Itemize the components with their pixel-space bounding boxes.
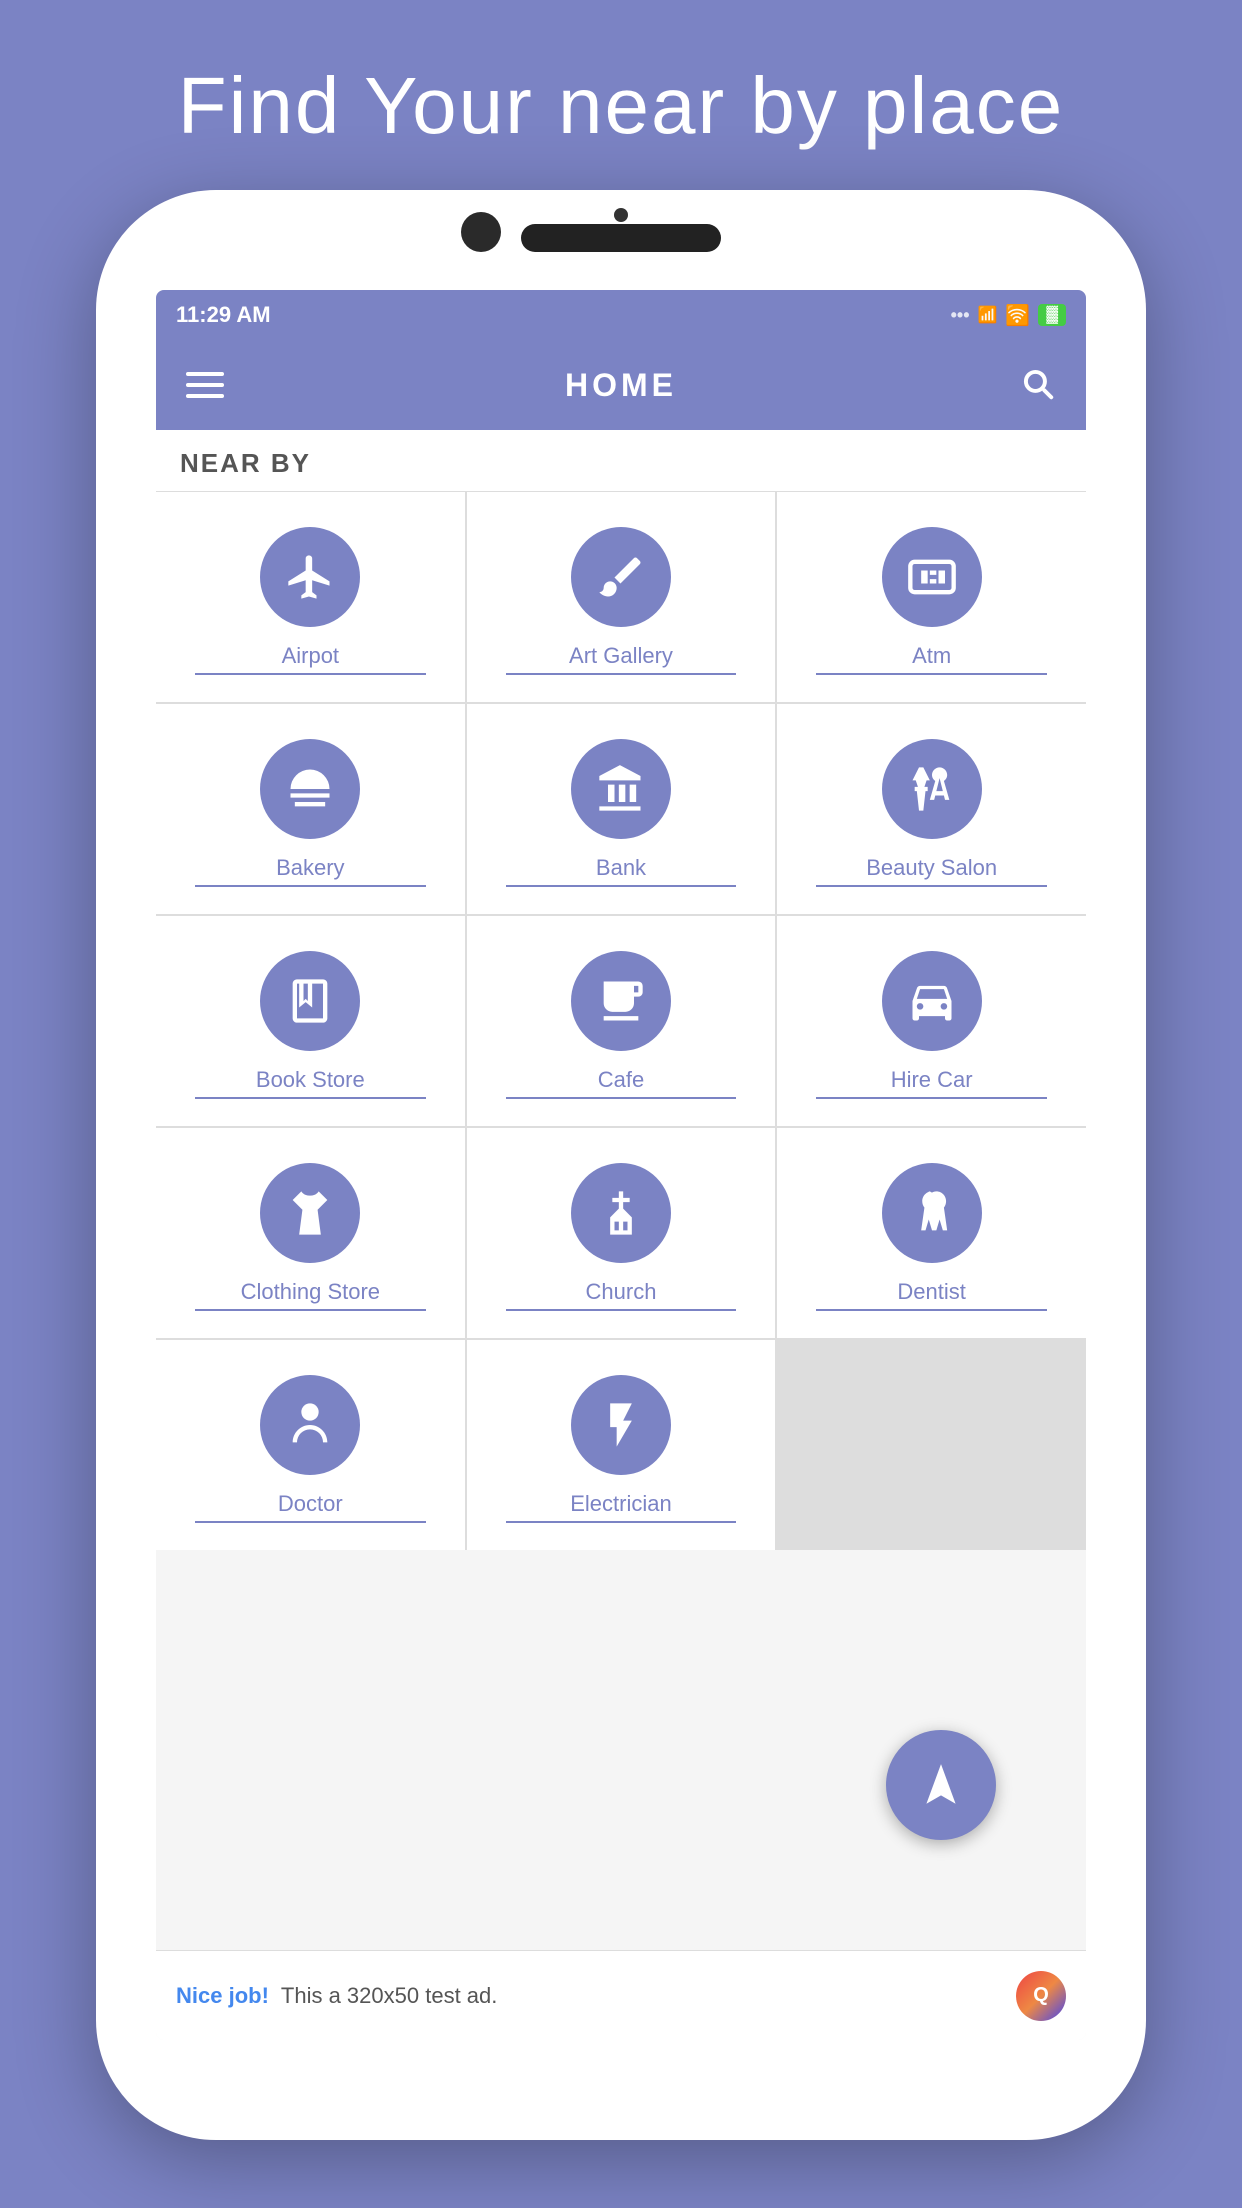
status-bar: 11:29 AM ••• 📶 🛜 ▓ xyxy=(156,290,1086,340)
scroll-area[interactable]: NEAR BY Airpot Art Gallery Atm Bakery Bank Be… xyxy=(156,430,1086,1950)
art_gallery-label: Art Gallery xyxy=(506,643,737,675)
ad-banner: Nice job! This a 320x50 test ad. Q xyxy=(156,1950,1086,2040)
navigate-fab[interactable] xyxy=(886,1730,996,1840)
airpot-label: Airpot xyxy=(195,643,426,675)
grid-item-dentist[interactable]: Dentist xyxy=(777,1128,1086,1338)
dentist-icon-circle xyxy=(882,1163,982,1263)
hamburger-menu-button[interactable] xyxy=(186,372,224,398)
bank-icon-circle xyxy=(571,739,671,839)
grid-item-cafe[interactable]: Cafe xyxy=(467,916,776,1126)
airpot-icon-circle xyxy=(260,527,360,627)
battery-icon: ▓ xyxy=(1038,304,1066,326)
page-header: Find Your near by place xyxy=(0,0,1242,192)
electrician-icon-circle xyxy=(571,1375,671,1475)
navigate-icon xyxy=(916,1760,966,1810)
grid-item-airpot[interactable]: Airpot xyxy=(156,492,465,702)
grid-item-book_store[interactable]: Book Store xyxy=(156,916,465,1126)
doctor-icon-circle xyxy=(260,1375,360,1475)
atm-icon-circle xyxy=(882,527,982,627)
art_gallery-icon-circle xyxy=(571,527,671,627)
grid-item-church[interactable]: Church xyxy=(467,1128,776,1338)
ad-text: This a 320x50 test ad. xyxy=(281,1983,1004,2009)
grid-item-electrician[interactable]: Electrician xyxy=(467,1340,776,1550)
cafe-label: Cafe xyxy=(506,1067,737,1099)
book_store-icon-circle xyxy=(260,951,360,1051)
bakery-icon-circle xyxy=(260,739,360,839)
grid-item-bank[interactable]: Bank xyxy=(467,704,776,914)
cafe-icon-circle xyxy=(571,951,671,1051)
clothing_store-icon-circle xyxy=(260,1163,360,1263)
status-time: 11:29 AM xyxy=(176,302,271,328)
ad-logo: Q xyxy=(1016,1971,1066,2021)
ad-logo-letter: Q xyxy=(1033,1984,1049,2007)
grid-item-hire_car[interactable]: Hire Car xyxy=(777,916,1086,1126)
app-title: HOME xyxy=(565,367,677,404)
signal-dots: ••• xyxy=(951,305,970,326)
search-button[interactable] xyxy=(1018,364,1056,407)
speaker xyxy=(521,224,721,252)
grid-item-bakery[interactable]: Bakery xyxy=(156,704,465,914)
bakery-label: Bakery xyxy=(195,855,426,887)
phone-shell: 11:29 AM ••• 📶 🛜 ▓ HOME xyxy=(96,190,1146,2140)
beauty_salon-label: Beauty Salon xyxy=(816,855,1047,887)
bank-label: Bank xyxy=(506,855,737,887)
wifi-icon: 🛜 xyxy=(1005,303,1030,328)
app-navbar: HOME xyxy=(156,340,1086,430)
doctor-label: Doctor xyxy=(195,1491,426,1523)
grid-item-beauty_salon[interactable]: Beauty Salon xyxy=(777,704,1086,914)
category-grid: Airpot Art Gallery Atm Bakery Bank Beauty Sal… xyxy=(156,492,1086,1550)
cell-signal-icon: 📶 xyxy=(978,305,998,325)
ad-nice-job: Nice job! xyxy=(176,1983,269,2009)
beauty_salon-icon-circle xyxy=(882,739,982,839)
hire_car-label: Hire Car xyxy=(816,1067,1047,1099)
church-icon-circle xyxy=(571,1163,671,1263)
grid-item-clothing_store[interactable]: Clothing Store xyxy=(156,1128,465,1338)
grid-item-atm[interactable]: Atm xyxy=(777,492,1086,702)
grid-item-art_gallery[interactable]: Art Gallery xyxy=(467,492,776,702)
hire_car-icon-circle xyxy=(882,951,982,1051)
electrician-label: Electrician xyxy=(506,1491,737,1523)
status-icons: ••• 📶 🛜 ▓ xyxy=(951,303,1066,328)
section-label: NEAR BY xyxy=(156,430,1086,492)
grid-item-doctor[interactable]: Doctor xyxy=(156,1340,465,1550)
clothing_store-label: Clothing Store xyxy=(195,1279,426,1311)
book_store-label: Book Store xyxy=(195,1067,426,1099)
page-title: Find Your near by place xyxy=(0,60,1242,152)
front-camera xyxy=(461,212,501,252)
atm-label: Atm xyxy=(816,643,1047,675)
phone-screen: 11:29 AM ••• 📶 🛜 ▓ HOME xyxy=(156,290,1086,2040)
church-label: Church xyxy=(506,1279,737,1311)
search-icon xyxy=(1018,364,1056,402)
dentist-label: Dentist xyxy=(816,1279,1047,1311)
